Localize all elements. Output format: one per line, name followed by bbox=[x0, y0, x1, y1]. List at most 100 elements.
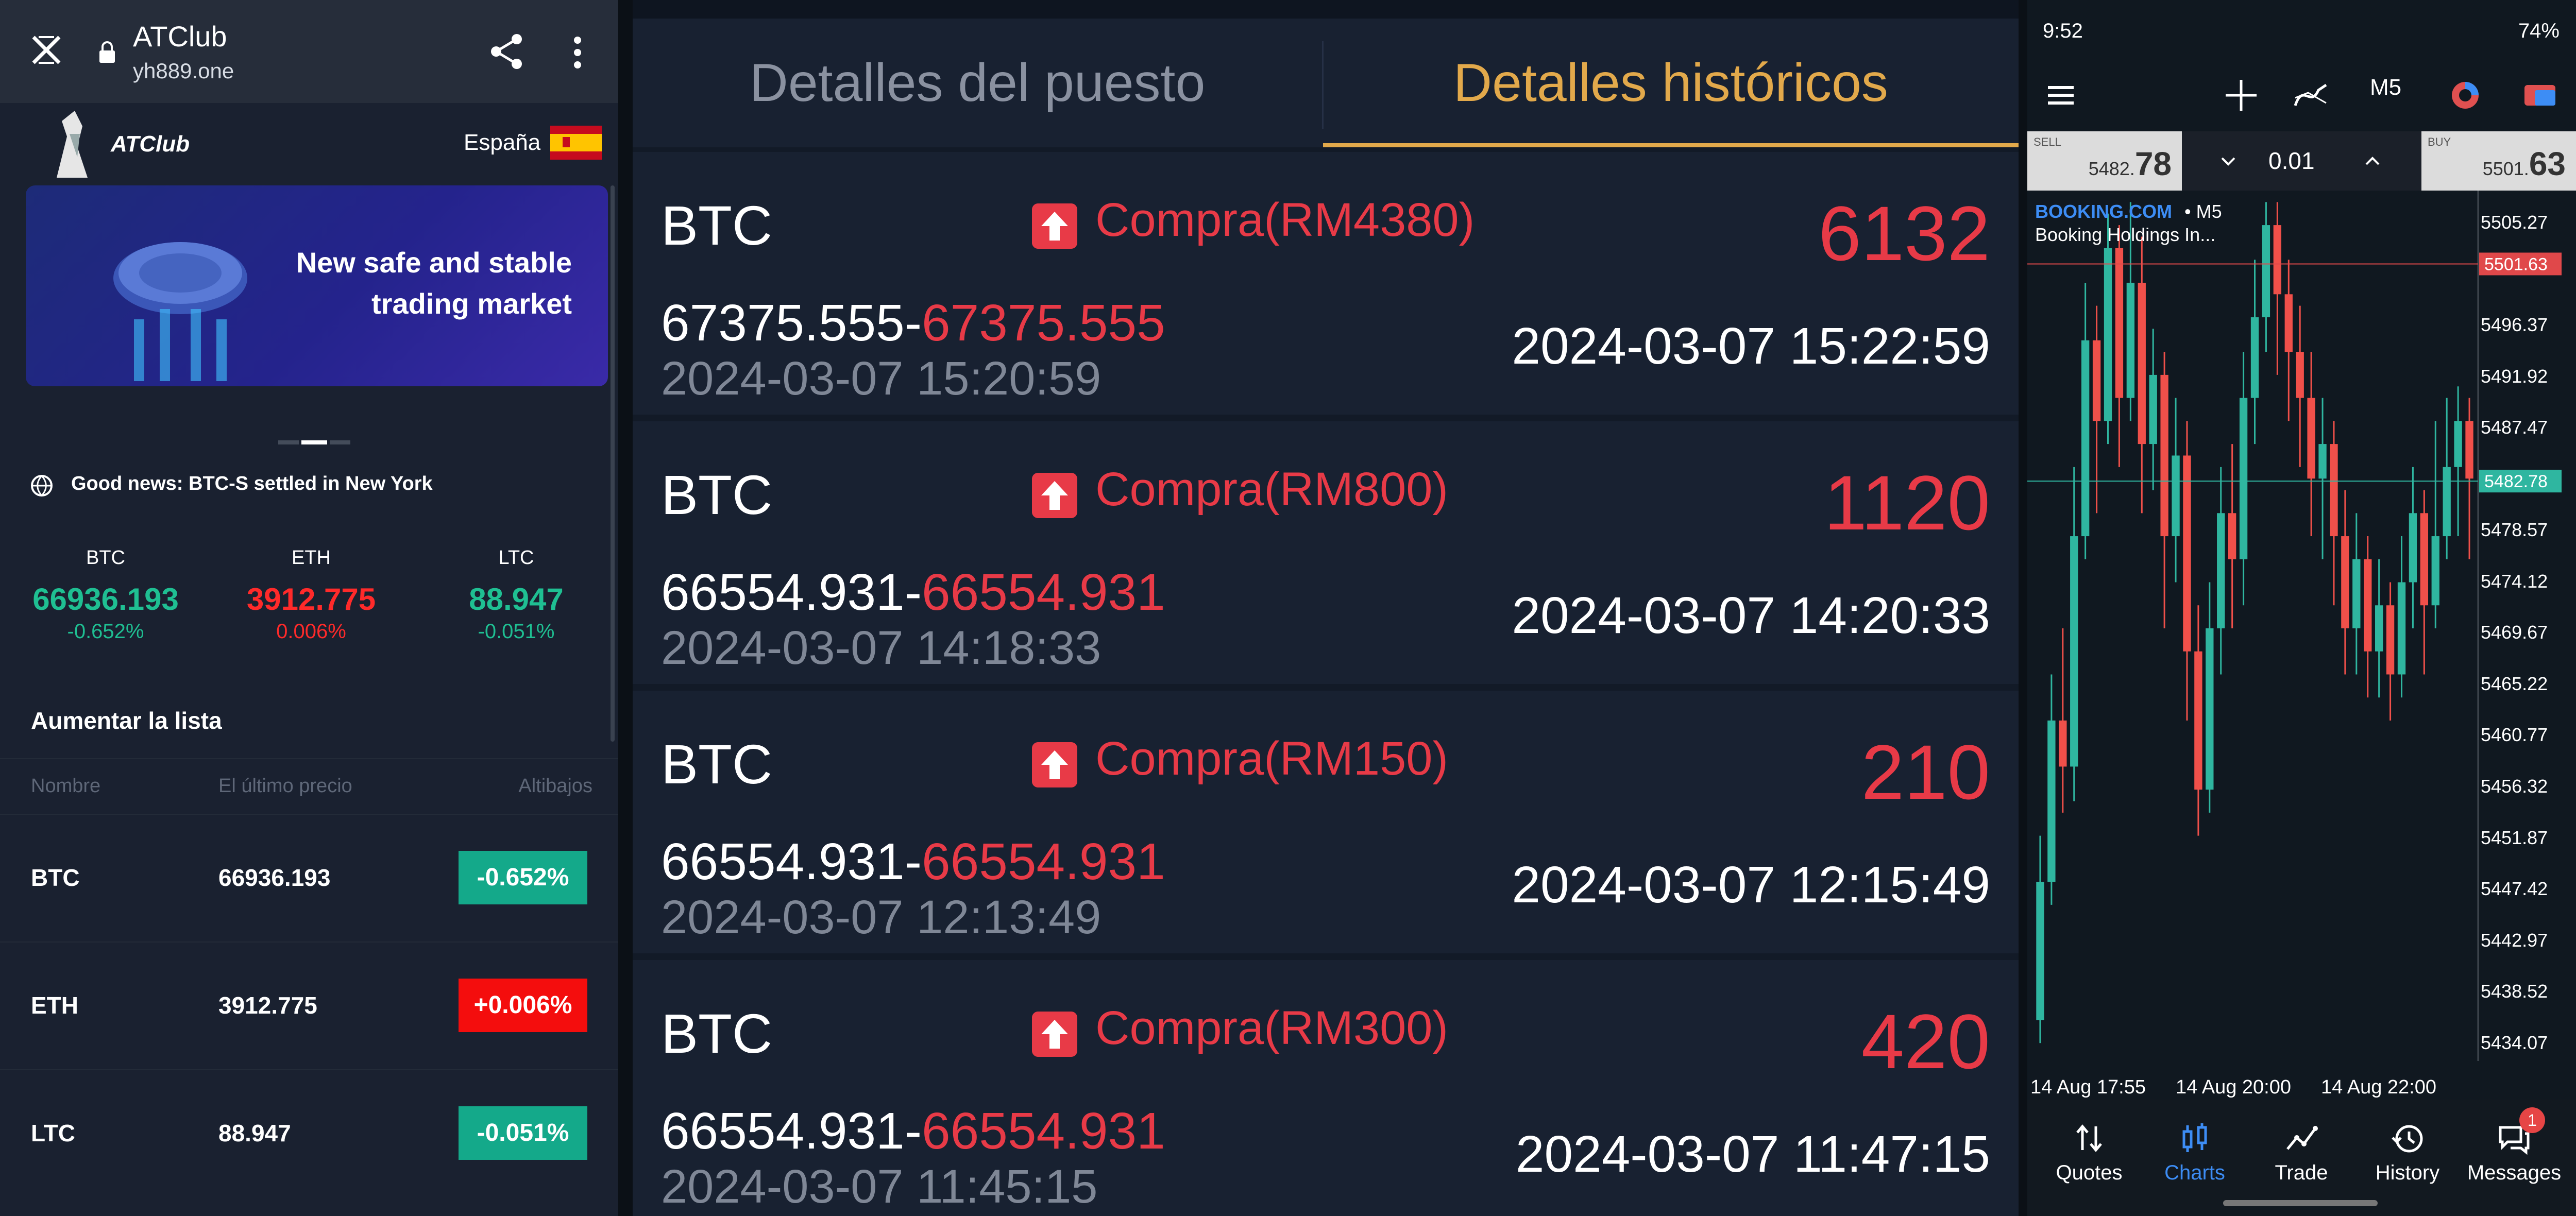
candle-body bbox=[2172, 455, 2180, 537]
crosshair-icon[interactable] bbox=[2218, 72, 2264, 118]
candle-body bbox=[2126, 282, 2135, 398]
ticker-eth[interactable]: ETH 3912.775 0.006% bbox=[224, 547, 399, 643]
column-name: Nombre bbox=[31, 775, 101, 797]
order-side: Compra(RM4380) bbox=[1095, 194, 1475, 246]
order-profit: 420 bbox=[1861, 998, 1990, 1085]
status-bar: 9:52 74% bbox=[2027, 0, 2576, 62]
price-level-label: 5451.87 bbox=[2481, 827, 2548, 848]
chart-symbol: BOOKING.COM bbox=[2035, 201, 2172, 222]
candle-body bbox=[2284, 294, 2293, 352]
price-level-label: 5456.32 bbox=[2481, 776, 2548, 797]
price-level-label: 5496.37 bbox=[2481, 314, 2548, 336]
chart-objects-icon[interactable] bbox=[2442, 72, 2488, 118]
row-symbol: LTC bbox=[31, 1120, 76, 1146]
lock-icon bbox=[99, 41, 115, 63]
sell-price-pips: 78 bbox=[2134, 145, 2172, 182]
order-profit: 210 bbox=[1861, 729, 1990, 815]
nav-charts[interactable]: Charts bbox=[2143, 1120, 2246, 1185]
ticker-change: -0.652% bbox=[67, 620, 144, 643]
quotes-icon bbox=[2076, 1124, 2102, 1152]
nav-label: Charts bbox=[2164, 1161, 2225, 1184]
time-label: 14 Aug 20:00 bbox=[2176, 1076, 2291, 1098]
order-card[interactable]: BTC Compra(RM150) 210 66554.931-66554.93… bbox=[633, 691, 2019, 953]
candle-body bbox=[2047, 720, 2056, 882]
arrow-up-icon bbox=[1032, 203, 1077, 249]
banner-headline: New safe and stable trading market bbox=[296, 246, 572, 320]
tab-divider bbox=[1322, 41, 1324, 129]
list-item[interactable]: ETH 3912.775 +0.006% bbox=[0, 941, 618, 1069]
order-card[interactable]: BTC Compra(RM4380) 6132 67375.555-67375.… bbox=[633, 152, 2019, 415]
order-profit: 1120 bbox=[1824, 459, 1990, 546]
share-icon[interactable] bbox=[487, 32, 526, 71]
chart-toolbar: M5 bbox=[2027, 62, 2576, 131]
ticker-ltc[interactable]: LTC 88.947 -0.051% bbox=[429, 547, 604, 643]
indicators-icon[interactable] bbox=[2287, 72, 2334, 118]
candle-body bbox=[2341, 536, 2349, 628]
row-change-badge: -0.652% bbox=[459, 851, 587, 904]
candle-body bbox=[2104, 248, 2112, 421]
price-level-label: 5474.12 bbox=[2481, 570, 2548, 592]
more-vert-icon[interactable] bbox=[571, 36, 584, 69]
candle-body bbox=[2375, 605, 2383, 652]
nav-quotes[interactable]: Quotes bbox=[2038, 1120, 2141, 1185]
buy-price-pips: 63 bbox=[2529, 145, 2566, 182]
chevron-up-icon[interactable] bbox=[2362, 151, 2383, 172]
page-url[interactable]: yh889.one bbox=[133, 59, 234, 83]
promo-banner[interactable]: New safe and stable trading market bbox=[26, 185, 608, 386]
order-asset: BTC bbox=[661, 464, 772, 526]
time-label: 14 Aug 22:00 bbox=[2321, 1076, 2436, 1098]
news-ticker[interactable]: Good news: BTC-S settled in New York bbox=[71, 473, 433, 495]
order-card[interactable]: BTC Compra(RM800) 1120 66554.931-66554.9… bbox=[633, 421, 2019, 684]
ticker-btc[interactable]: BTC 66936.193 -0.652% bbox=[18, 547, 193, 643]
order-profit: 6132 bbox=[1818, 190, 1990, 277]
close-icon[interactable] bbox=[28, 32, 64, 68]
ticker-change: -0.051% bbox=[478, 620, 555, 643]
nav-messages[interactable]: Messages bbox=[2463, 1120, 2566, 1185]
nav-label: History bbox=[2375, 1161, 2440, 1184]
candle-body bbox=[2217, 513, 2225, 628]
active-tab-indicator bbox=[1323, 143, 2019, 147]
candle-body bbox=[2115, 248, 2124, 398]
carousel-indicator bbox=[278, 440, 350, 444]
price-level-label: 5434.07 bbox=[2481, 1032, 2548, 1053]
price-close: 66554.931 bbox=[922, 563, 1165, 621]
candle-body bbox=[2273, 225, 2282, 295]
language-label[interactable]: España bbox=[464, 130, 540, 156]
candle-body bbox=[2352, 559, 2361, 628]
browser-toolbar: ATClub yh889.one bbox=[0, 0, 618, 103]
metatrader-chart-screen: 9:52 74% M5 SELL 5482.78 0.01 BUY 5501.6… bbox=[2027, 0, 2576, 1216]
timeframe-button[interactable]: M5 bbox=[2370, 75, 2401, 100]
page-title: ATClub bbox=[133, 20, 227, 53]
candle-body bbox=[2431, 536, 2439, 606]
price-close: 66554.931 bbox=[922, 833, 1165, 890]
ticker-symbol: ETH bbox=[292, 547, 331, 569]
row-price: 88.947 bbox=[218, 1120, 291, 1146]
spain-flag-icon[interactable] bbox=[550, 126, 602, 160]
tab-history-details[interactable]: Detalles históricos bbox=[1323, 19, 2019, 147]
list-item[interactable]: LTC 88.947 -0.051% bbox=[0, 1069, 618, 1196]
tab-position-details[interactable]: Detalles del puesto bbox=[633, 19, 1322, 147]
price-level-label: 5438.52 bbox=[2481, 981, 2548, 1002]
nav-trade[interactable]: Trade bbox=[2250, 1120, 2353, 1185]
divider bbox=[2019, 0, 2027, 1216]
price-open: 67375.555- bbox=[661, 294, 922, 352]
menu-icon[interactable] bbox=[2038, 72, 2084, 118]
order-prices: 66554.931-66554.931 bbox=[661, 1102, 1165, 1161]
candle-body bbox=[2409, 513, 2417, 583]
buy-button[interactable]: BUY 5501.63 bbox=[2421, 131, 2576, 191]
ticker-change: 0.006% bbox=[276, 620, 346, 643]
order-card[interactable]: BTC Compra(RM300) 420 66554.931-66554.93… bbox=[633, 960, 2019, 1216]
trade-icon[interactable] bbox=[2517, 72, 2563, 118]
chevron-down-icon[interactable] bbox=[2218, 151, 2239, 172]
list-title: Aumentar la lista bbox=[31, 707, 222, 734]
price-open: 66554.931- bbox=[661, 563, 922, 621]
scrollbar[interactable] bbox=[611, 185, 615, 742]
column-price: El último precio bbox=[218, 775, 352, 797]
nav-history[interactable]: History bbox=[2356, 1120, 2459, 1185]
order-prices: 66554.931-66554.931 bbox=[661, 563, 1165, 622]
ticker-price: 3912.775 bbox=[246, 582, 376, 616]
list-item[interactable]: BTC 66936.193 -0.652% bbox=[0, 814, 618, 941]
lot-size-input[interactable]: 0.01 bbox=[2268, 147, 2315, 175]
sell-button[interactable]: SELL 5482.78 bbox=[2027, 131, 2182, 191]
row-symbol: BTC bbox=[31, 864, 80, 891]
